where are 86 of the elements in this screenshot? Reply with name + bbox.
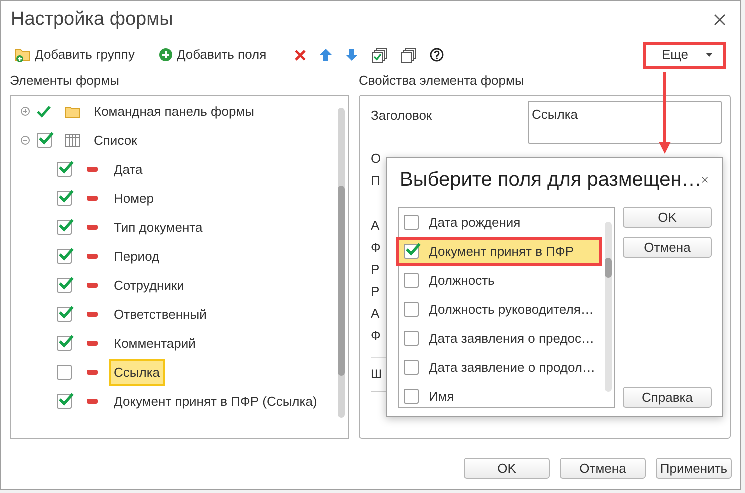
arrow-down-icon[interactable] [346,49,358,61]
tree-item[interactable]: Тип документа [109,214,208,242]
checkbox[interactable] [57,220,72,235]
close-icon[interactable] [714,14,726,26]
popup-button[interactable]: OK [623,207,712,228]
scrollbar[interactable] [605,222,612,392]
checkbox[interactable] [404,302,419,317]
delete-icon[interactable] [294,50,306,60]
list-item[interactable]: Имя [399,382,605,411]
add-group-button[interactable]: Добавить группу [15,45,135,65]
check-icon[interactable] [37,106,51,118]
collapse-icon[interactable] [21,136,30,145]
popup-title: Выберите поля для размещен… [400,168,702,193]
tree-item[interactable]: Комментарий [109,330,201,358]
field-icon [86,312,98,317]
tree-item[interactable]: Период [109,242,165,270]
field-label: Ш [371,367,382,381]
dialog-button[interactable]: Применить [656,458,732,479]
plus-circle-icon [158,48,173,62]
list-item[interactable]: Дата заявления о предос… [399,324,605,353]
check-all-icon[interactable] [372,48,387,62]
caret-icon [706,53,713,57]
checkbox[interactable] [404,244,419,259]
table-icon [64,134,80,147]
add-field-button[interactable]: Добавить поля [158,45,267,65]
window-title: Настройка формы [11,8,174,32]
field-icon [86,341,98,346]
list-item[interactable]: Документ принят в ПФР [396,237,602,266]
section-title: Свойства элемента формы [359,72,526,90]
dialog-button[interactable]: Отмена [560,458,646,479]
field-icon [86,283,98,288]
caption-field[interactable]: Ссылка [528,101,722,144]
field-icon [86,167,98,172]
tree-item[interactable]: Ответственный [109,300,212,328]
arrow-up-icon[interactable] [320,49,332,61]
tree-item[interactable]: Сотрудники [109,272,190,300]
field-label: А [371,217,380,235]
checkbox[interactable] [404,360,419,375]
field-label: Р [371,283,380,301]
checkbox[interactable] [57,394,72,409]
checkbox[interactable] [404,215,419,230]
checkbox[interactable] [57,191,72,206]
scrollbar[interactable] [338,108,345,418]
more-button[interactable]: Еще [643,42,726,68]
field-icon [86,225,98,230]
tree-item[interactable]: Документ принят в ПФР (Ссылка) [109,388,322,416]
checkbox[interactable] [57,162,72,177]
tree-item[interactable]: Номер [109,184,160,212]
field-label: Заголовок [371,107,432,125]
field-icon [86,399,98,404]
list-item[interactable]: Должность [399,266,605,295]
list-item[interactable]: Дата рождения [399,208,605,237]
checkbox[interactable] [57,336,72,351]
checkbox[interactable] [37,133,52,148]
field-label: Р [371,261,380,279]
checkbox[interactable] [404,389,419,404]
field-icon [86,254,98,259]
checkbox[interactable] [57,365,72,380]
list-item[interactable]: Дата заявление о продол… [399,353,605,382]
field-label: А [371,305,380,323]
expand-icon[interactable] [21,107,30,116]
tree-item[interactable]: Ссылка [109,358,166,386]
help-button[interactable]: Справка [623,387,712,408]
section-title: Элементы формы [10,72,120,90]
checkbox[interactable] [57,307,72,322]
uncheck-all-icon[interactable] [400,48,416,62]
field-label: Ф [371,239,381,257]
close-icon[interactable] [702,174,708,186]
field-label: Ф [371,327,381,345]
field-icon [86,370,98,375]
folder-icon [64,106,80,118]
checkbox[interactable] [57,249,72,264]
tree-item[interactable]: Список [89,126,142,154]
dialog-button[interactable]: OK [464,458,550,479]
field-label: П [371,172,380,190]
tree-item[interactable]: Дата [109,156,148,184]
field-icon [86,196,98,201]
checkbox[interactable] [404,273,419,288]
checkbox[interactable] [57,278,72,293]
popup-button[interactable]: Отмена [623,237,712,258]
field-label: О [371,150,382,168]
folder-add-icon [15,48,31,62]
checkbox[interactable] [404,331,419,346]
help-icon[interactable] [430,48,444,62]
list-item[interactable]: Должность руководителя… [399,295,605,324]
tree-item[interactable]: Командная панель формы [89,98,260,126]
